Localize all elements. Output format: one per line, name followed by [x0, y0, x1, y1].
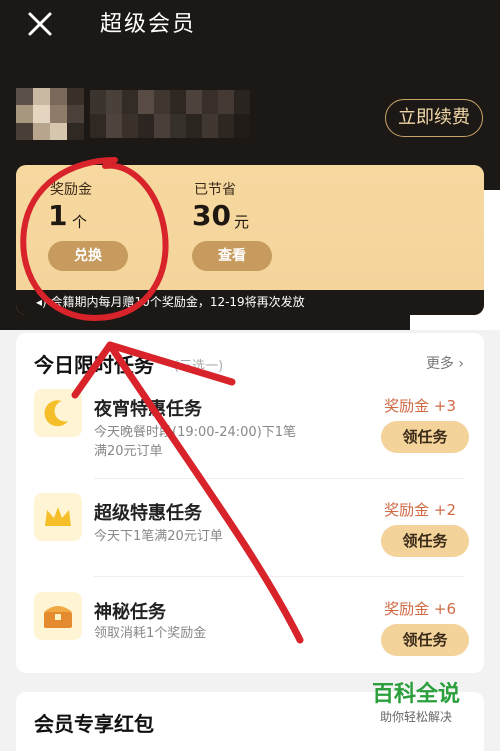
task-name: 神秘任务 — [94, 602, 166, 623]
watermark: 百科全说 助你轻松解决 — [372, 676, 460, 725]
exchange-button[interactable]: 兑换 — [48, 241, 128, 271]
bonus-unit: 个 — [72, 213, 88, 231]
username-blurred — [90, 90, 250, 138]
crown-icon — [34, 493, 82, 541]
watermark-brand: 百科全说 — [371, 682, 460, 707]
task-desc: 今天晚餐时段(19:00-24:00)下1笔满20元订单 — [94, 425, 297, 459]
red-packet-title: 会员专享红包 — [34, 712, 154, 736]
task-name: 超级特惠任务 — [94, 503, 202, 524]
bonus-note: ◂) 会籍期内每月赠10个奖励金，12-19将再次发放 — [16, 290, 484, 315]
watermark-slogan: 助你轻松解决 — [379, 710, 452, 724]
task-name: 夜宵特惠任务 — [94, 399, 202, 420]
page-title: 超级会员 — [100, 12, 197, 37]
divider — [94, 576, 464, 577]
saved-label: 已节省 — [194, 182, 236, 198]
more-link[interactable]: 更多 › — [426, 353, 464, 373]
take-task-button[interactable]: 领任务 — [381, 624, 469, 656]
more-label[interactable]: 更多 — [426, 356, 454, 372]
close-icon[interactable] — [24, 8, 56, 40]
task-reward: 奖励金 +6 — [384, 600, 456, 618]
moon-icon — [34, 389, 82, 437]
saved-value: 30 — [192, 199, 231, 232]
bonus-note-text: 会籍期内每月赠10个奖励金，12-19将再次发放 — [50, 295, 305, 309]
divider — [94, 478, 464, 479]
task-reward: 奖励金 +3 — [384, 397, 456, 415]
view-button[interactable]: 查看 — [192, 241, 272, 271]
avatar — [16, 88, 84, 140]
task-desc: 今天下1笔满20元订单 — [94, 529, 223, 544]
bonus-label: 奖励金 — [50, 182, 92, 198]
treasure-chest-icon — [34, 592, 82, 640]
tasks-subtitle: (三选一) — [174, 359, 224, 374]
speaker-icon: ◂) — [36, 295, 47, 309]
tasks-panel: 今日限时任务 (三选一) 更多 › 夜宵特惠任务 今天晚餐时段(19:00-24… — [16, 333, 484, 673]
take-task-button[interactable]: 领任务 — [381, 525, 469, 557]
chevron-right-icon: › — [458, 356, 464, 372]
bonus-value: 1 — [48, 199, 68, 232]
tasks-title: 今日限时任务 — [34, 353, 154, 377]
task-reward: 奖励金 +2 — [384, 501, 456, 519]
take-task-button[interactable]: 领任务 — [381, 421, 469, 453]
renew-button[interactable]: 立即续费 — [385, 99, 483, 137]
saved-unit: 元 — [234, 213, 250, 231]
membership-card: 奖励金 1 个 兑换 已节省 30 元 查看 ◂) 会籍期内每月赠10个奖励金，… — [16, 165, 484, 315]
task-desc: 领取消耗1个奖励金 — [94, 626, 207, 641]
